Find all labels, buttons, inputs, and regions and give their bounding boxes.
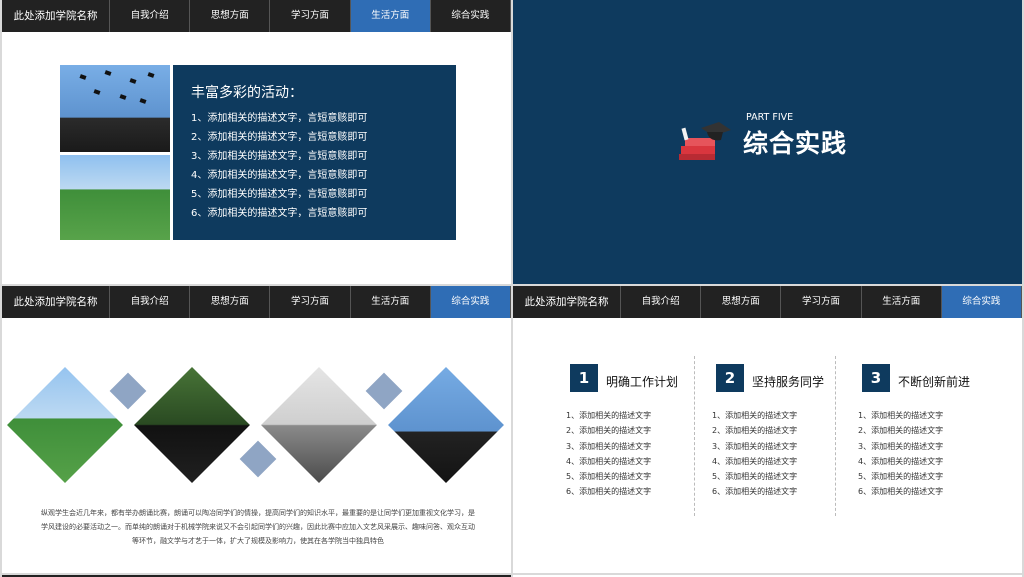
column-divider [694, 356, 695, 516]
activity-panel: 丰富多彩的活动： 1、添加相关的描述文字，言短意赅即可 2、添加相关的描述文字，… [173, 65, 456, 240]
tab-thought[interactable]: 思想方面 [190, 0, 271, 32]
decor-diamond [365, 372, 403, 410]
list-item: 6、添加相关的描述文字 [712, 487, 798, 497]
slide-thumbnail-4[interactable]: 此处添加学院名称 自我介绍 思想方面 学习方面 生活方面 综合实践 1 明确工作… [513, 286, 1022, 573]
list-item: 2、添加相关的描述文字 [858, 426, 944, 436]
diamond-photo-lecture [261, 367, 377, 483]
column-title: 明确工作计划 [606, 375, 679, 389]
list-item: 4、添加相关的描述文字 [712, 456, 798, 466]
diamond-photo-caps [388, 367, 504, 483]
list-item: 2、添加相关的描述文字，言短意赅即可 [191, 132, 368, 143]
list-item: 4、添加相关的描述文字，言短意赅即可 [191, 170, 368, 181]
column-list: 1、添加相关的描述文字 2、添加相关的描述文字 3、添加相关的描述文字 4、添加… [566, 408, 651, 500]
nav-brand[interactable]: 此处添加学院名称 [513, 286, 621, 318]
list-item: 4、添加相关的描述文字 [566, 456, 652, 466]
tab-life[interactable]: 生活方面 [351, 286, 431, 318]
list-item: 1、添加相关的描述文字，言短意赅即可 [191, 113, 368, 124]
tab-study[interactable]: 学习方面 [781, 286, 862, 318]
tab-self-intro[interactable]: 自我介绍 [621, 286, 702, 318]
list-item: 3、添加相关的描述文字 [858, 441, 944, 451]
list-item: 2、添加相关的描述文字 [566, 426, 652, 436]
slide-thumbnail-3[interactable]: 此处添加学院名称 自我介绍 思想方面 学习方面 生活方面 综合实践 纵观学生会近… [2, 286, 511, 573]
tab-study[interactable]: 学习方面 [270, 286, 351, 318]
tab-life[interactable]: 生活方面 [862, 286, 942, 318]
list-item: 3、添加相关的描述文字 [712, 441, 798, 451]
tab-thought[interactable]: 思想方面 [701, 286, 782, 318]
nav-bar: 此处添加学院名称 自我介绍 思想方面 学习方面 生活方面 综合实践 [513, 286, 1022, 318]
nav-bar: 此处添加学院名称 自我介绍 思想方面 学习方面 生活方面 综合实践 [2, 0, 511, 32]
diamond-photo-graduates [134, 367, 250, 483]
list-item: 3、添加相关的描述文字，言短意赅即可 [191, 151, 368, 162]
tab-practice[interactable]: 综合实践 [941, 286, 1022, 318]
tab-self-intro[interactable]: 自我介绍 [110, 286, 191, 318]
nav-brand[interactable]: 此处添加学院名称 [2, 286, 110, 318]
books-graduation-cap-icon [679, 122, 731, 160]
nav-brand[interactable]: 此处添加学院名称 [2, 0, 110, 32]
list-item: 6、添加相关的描述文字，言短意赅即可 [191, 208, 368, 219]
list-item: 5、添加相关的描述文字 [566, 472, 652, 482]
column-list: 1、添加相关的描述文字 2、添加相关的描述文字 3、添加相关的描述文字 4、添加… [858, 408, 943, 500]
list-item: 3、添加相关的描述文字 [566, 441, 652, 451]
activity-list: 1、添加相关的描述文字，言短意赅即可 2、添加相关的描述文字，言短意赅即可 3、… [191, 109, 367, 223]
column-number-badge: 1 [566, 360, 598, 392]
tab-life[interactable]: 生活方面 [350, 0, 431, 32]
column-divider [835, 356, 836, 516]
students-on-field-photo [60, 155, 170, 240]
list-item: 5、添加相关的描述文字 [712, 472, 798, 482]
nav-bar: 此处添加学院名称 自我介绍 思想方面 学习方面 生活方面 综合实践 [2, 286, 511, 318]
list-item: 6、添加相关的描述文字 [858, 487, 944, 497]
list-item: 6、添加相关的描述文字 [566, 487, 652, 497]
tab-study[interactable]: 学习方面 [270, 0, 351, 32]
list-item: 5、添加相关的描述文字，言短意赅即可 [191, 189, 368, 200]
column-number-badge: 3 [858, 360, 890, 392]
section-title: 综合实践 [743, 129, 848, 158]
slide-thumbnail-1[interactable]: 此处添加学院名称 自我介绍 思想方面 学习方面 生活方面 综合实践 丰富多彩的活… [2, 0, 511, 284]
list-item: 4、添加相关的描述文字 [858, 456, 944, 466]
column-title: 不断创新前进 [898, 375, 971, 389]
description-paragraph: 纵观学生会近几年来，都有举办朗诵比赛，朗诵可以陶冶同学们的情操，提高同学们的知识… [41, 509, 475, 545]
slide-thumbnail-2[interactable]: PART FIVE 综合实践 [513, 0, 1022, 284]
list-item: 2、添加相关的描述文字 [712, 426, 798, 436]
diamond-photo-field [7, 367, 123, 483]
part-label: PART FIVE [746, 112, 794, 123]
column-number-badge: 2 [712, 360, 744, 392]
tab-practice[interactable]: 综合实践 [431, 0, 511, 32]
decor-diamond [239, 440, 277, 478]
list-item: 5、添加相关的描述文字 [858, 472, 944, 482]
list-item: 1、添加相关的描述文字 [712, 411, 798, 420]
tab-thought[interactable]: 思想方面 [190, 286, 271, 318]
decor-diamond [109, 372, 147, 410]
list-item: 1、添加相关的描述文字 [858, 411, 944, 420]
tab-self-intro[interactable]: 自我介绍 [110, 0, 191, 32]
list-item: 1、添加相关的描述文字 [566, 411, 652, 420]
tab-practice[interactable]: 综合实践 [430, 286, 511, 318]
panel-title: 丰富多彩的活动： [191, 85, 303, 101]
graduation-caps-photo [60, 65, 170, 152]
column-title: 坚持服务同学 [752, 375, 825, 389]
column-list: 1、添加相关的描述文字 2、添加相关的描述文字 3、添加相关的描述文字 4、添加… [712, 408, 797, 500]
